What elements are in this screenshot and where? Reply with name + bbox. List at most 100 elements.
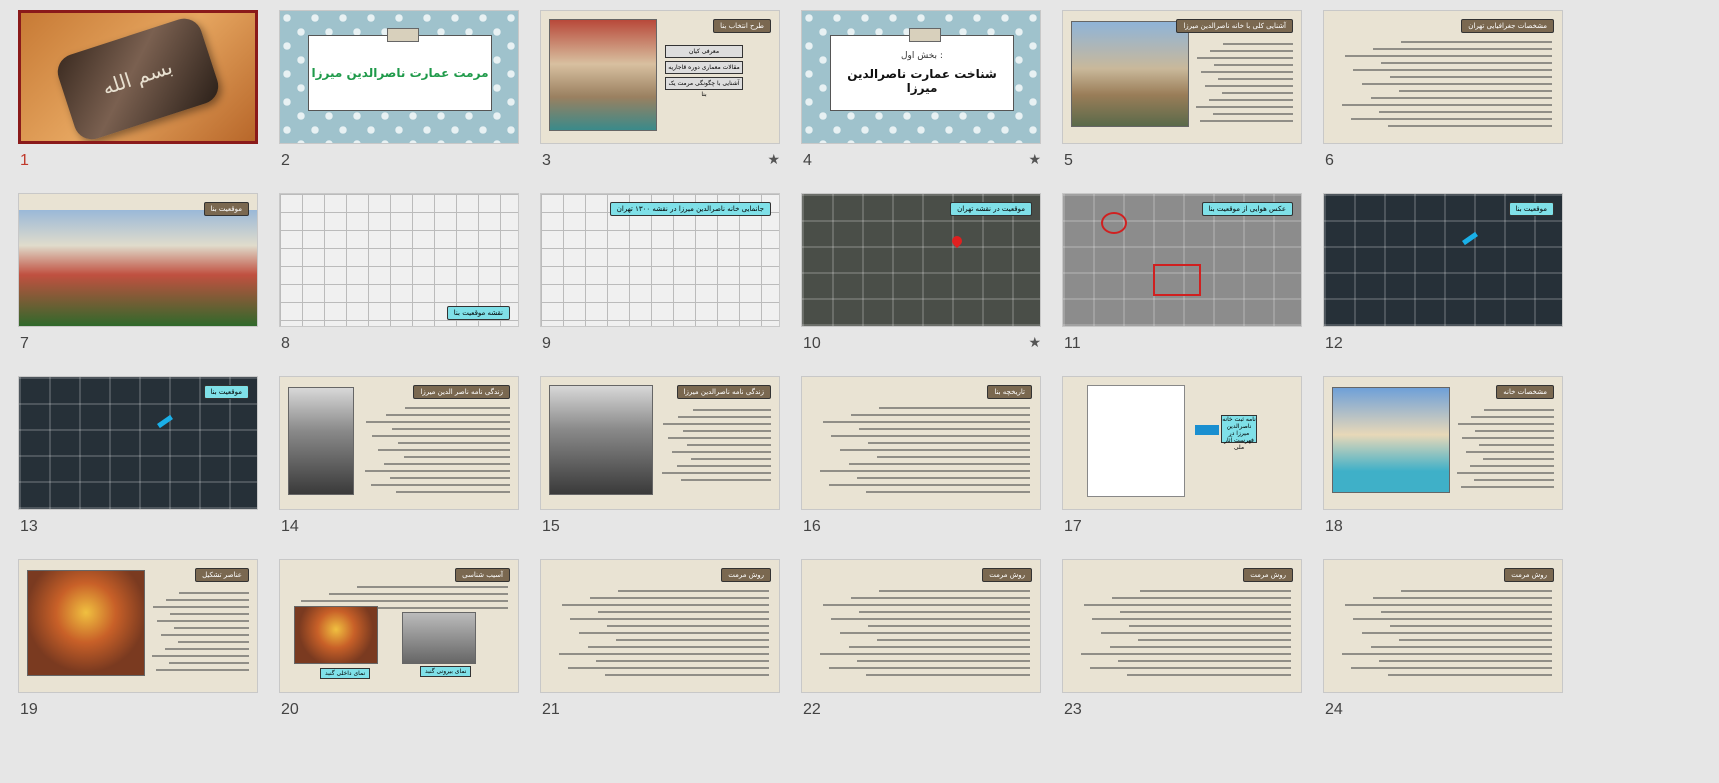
slide-number: 23 [1064,701,1082,718]
slide-thumbnail-11[interactable]: عکس هوایی از موقعیت بنا 11 [1062,193,1304,368]
slide-title: شناخت عمارت ناصرالدين ميرزا [847,67,997,95]
slide-preview[interactable]: زندگی نامه ناصر الدین میرزا [279,376,519,510]
slide-preview[interactable]: نامه ثبت خانه ناصرالدین میرزا در فهرست آ… [1062,376,1302,510]
slide-thumbnail-9[interactable]: جانمایی خانه ناصرالدین میرزا در نقشه ۱۳۰… [540,193,782,368]
animation-star-icon[interactable]: ★ [767,152,780,168]
document-image [1087,385,1185,497]
slide-preview[interactable]: بسم الله [18,10,258,144]
slide-thumbnail-10[interactable]: موقعیت در نقشه تهران 10 ★ [801,193,1043,368]
slide-preview[interactable]: روش مرمت [1062,559,1302,693]
slide-thumbnail-21[interactable]: روش مرمت 21 [540,559,782,734]
slide-preview[interactable]: مشخصات جغرافیایی تهران [1323,10,1563,144]
slide-photo [27,570,145,676]
slide-sorter: بسم الله 1 مرمت عمارت ناصرالدين ميرزا 2 معرف… [0,0,1719,783]
slide-thumbnail-20[interactable]: نمای داخلی گنبد نمای بیرونی گنبد آسیب شناس… [279,559,521,734]
slide-thumbnail-18[interactable]: مشخصات خانه 18 [1323,376,1565,551]
slide-photo [19,210,257,326]
slide-number: 19 [20,701,38,718]
slide-preview[interactable]: نقشه موقعیت بنا [279,193,519,327]
slide-header: عناصر تشکیل [195,568,249,582]
highlight-box [1153,264,1201,296]
slide-preview[interactable]: معرفی کیان مقالات معماری دوره قاجاریه آشنا… [540,10,780,144]
slide-number: 4 [803,152,812,169]
caption: نمای بیرونی گنبد [420,666,472,677]
slide-thumbnail-13[interactable]: موقعیت بنا 13 [18,376,260,551]
slide-number: 20 [281,701,299,718]
slide-number: 6 [1325,152,1334,169]
slide-number: 18 [1325,518,1343,535]
slide-thumbnail-1[interactable]: بسم الله 1 [18,10,260,185]
portrait-photo [288,387,354,495]
slide-header: عکس هوایی از موقعیت بنا [1201,202,1293,216]
calligraphy-text: بسم الله [99,54,176,100]
slide-preview[interactable]: روش مرمت [801,559,1041,693]
slide-header: موقعیت بنا [1508,202,1554,216]
slide-header: زندگی نامه ناصر الدین میرزا [413,385,510,399]
slide-preview[interactable]: موقعیت در نقشه تهران [801,193,1041,327]
text-lines [659,409,771,486]
slide-preview[interactable]: تاریخچه بنا [801,376,1041,510]
slide-thumbnail-4[interactable]: بخش اول : شناخت عمارت ناصرالدين ميرزا 4 ★ [801,10,1043,185]
text-lines [1454,409,1554,493]
slide-thumbnail-5[interactable]: آشنایی کلی با خانه ناصرالدین میرزا 5 [1062,10,1304,185]
slide-thumbnail-23[interactable]: روش مرمت 23 [1062,559,1304,734]
slide-header: آسیب شناسی [455,568,510,582]
slide-preview[interactable]: موقعیت بنا [18,376,258,510]
slide-preview[interactable]: عکس هوایی از موقعیت بنا [1062,193,1302,327]
caption: نمای داخلی گنبد [320,668,371,679]
slide-thumbnail-6[interactable]: مشخصات جغرافیایی تهران 6 [1323,10,1565,185]
animation-star-icon[interactable]: ★ [1028,335,1041,351]
slide-number: 13 [20,518,38,535]
title-card: مرمت عمارت ناصرالدين ميرزا [308,28,492,111]
slide-header: روش مرمت [1504,568,1554,582]
slide-preview[interactable]: نمای داخلی گنبد نمای بیرونی گنبد آسیب شناس… [279,559,519,693]
slide-number: 10 [803,335,821,352]
slide-thumbnail-22[interactable]: روش مرمت 22 [801,559,1043,734]
animation-star-icon[interactable]: ★ [1028,152,1041,168]
slide-thumbnail-17[interactable]: نامه ثبت خانه ناصرالدین میرزا در فهرست آ… [1062,376,1304,551]
text-lines [1336,590,1552,681]
text-lines [149,592,249,676]
slide-preview[interactable]: جانمایی خانه ناصرالدین میرزا در نقشه ۱۳۰… [540,193,780,327]
slide-thumbnail-3[interactable]: معرفی کیان مقالات معماری دوره قاجاریه آشنا… [540,10,782,185]
slide-number: 9 [542,335,551,352]
slide-header: آشنایی کلی با خانه ناصرالدین میرزا [1176,19,1293,33]
slide-preview[interactable]: بخش اول : شناخت عمارت ناصرالدين ميرزا [801,10,1041,144]
slide-thumbnail-19[interactable]: عناصر تشکیل 19 [18,559,260,734]
slide-thumbnail-12[interactable]: موقعیت بنا 12 [1323,193,1565,368]
slide-preview[interactable]: موقعیت بنا [18,193,258,327]
highlight-circle [1101,212,1127,234]
slide-header: روش مرمت [1243,568,1293,582]
slide-header: تاریخچه بنا [987,385,1032,399]
slide-header: نقشه موقعیت بنا [446,306,510,320]
text-lines [814,407,1030,498]
menu-item: مقالات معماری دوره قاجاریه [665,61,743,74]
slide-preview[interactable]: روش مرمت [540,559,780,693]
slide-thumbnail-24[interactable]: روش مرمت 24 [1323,559,1565,734]
slide-header: موقعیت در نقشه تهران [950,202,1032,216]
slide-number: 16 [803,518,821,535]
slide-thumbnail-16[interactable]: تاریخچه بنا 16 [801,376,1043,551]
slide-header: روش مرمت [982,568,1032,582]
slide-number: 24 [1325,701,1343,718]
slide-thumbnail-14[interactable]: زندگی نامه ناصر الدین میرزا 14 [279,376,521,551]
slide-header: مشخصات خانه [1496,385,1554,399]
slide-preview[interactable]: روش مرمت [1323,559,1563,693]
slide-preview[interactable]: آشنایی کلی با خانه ناصرالدین میرزا [1062,10,1302,144]
slide-number: 15 [542,518,560,535]
slide-preview[interactable]: موقعیت بنا [1323,193,1563,327]
slide-thumbnail-15[interactable]: زندگی نامه ناصرالدین میرزا 15 [540,376,782,551]
slide-preview[interactable]: مشخصات خانه [1323,376,1563,510]
slide-header: جانمایی خانه ناصرالدین میرزا در نقشه ۱۳۰… [609,202,771,216]
slide-preview[interactable]: زندگی نامه ناصرالدین میرزا [540,376,780,510]
text-lines [1193,43,1293,127]
slide-preview[interactable]: مرمت عمارت ناصرالدين ميرزا [279,10,519,144]
slide-number: 12 [1325,335,1343,352]
slide-thumbnail-8[interactable]: نقشه موقعیت بنا 8 [279,193,521,368]
arrow-left-icon [1195,425,1219,435]
slide-thumbnail-7[interactable]: موقعیت بنا 7 [18,193,260,368]
slide-number: 1 [20,152,29,169]
slide-thumbnail-2[interactable]: مرمت عمارت ناصرالدين ميرزا 2 [279,10,521,185]
slide-preview[interactable]: عناصر تشکیل [18,559,258,693]
slide-subtitle: بخش اول : [901,51,943,61]
